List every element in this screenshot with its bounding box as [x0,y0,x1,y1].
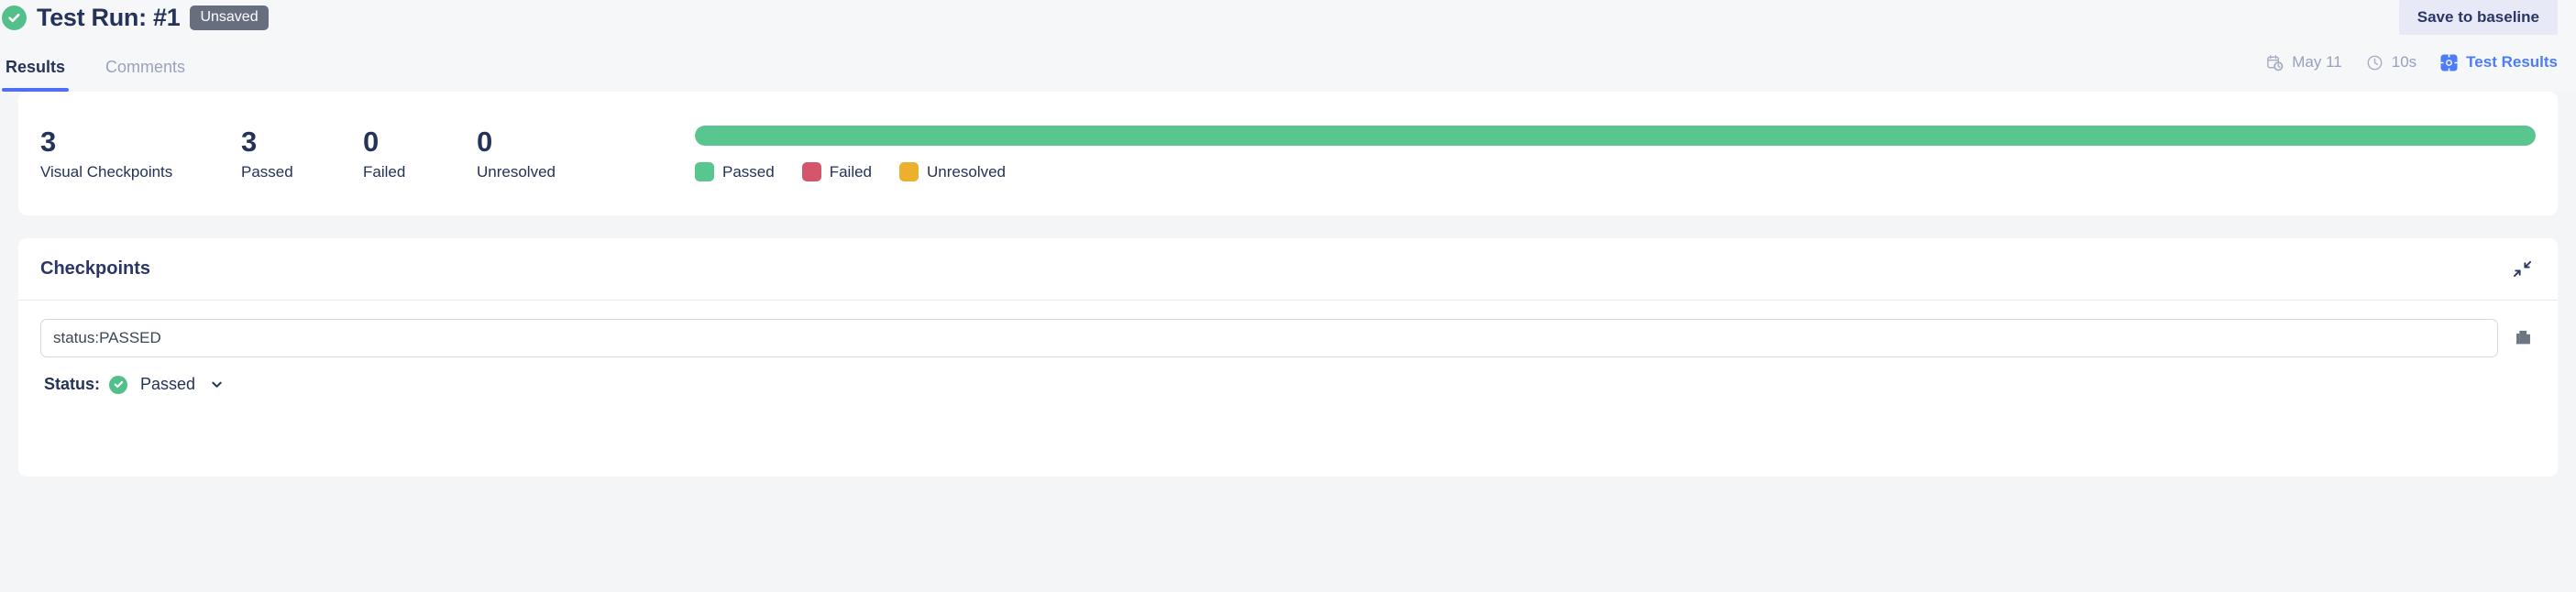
stat-label: Passed [241,163,293,181]
tab-list: Results Comments [0,35,189,92]
progress-bar [695,126,2536,146]
checkpoints-body: Status: Passed [18,301,2558,394]
stat-value: 3 [241,126,258,158]
chevron-down-icon[interactable] [210,378,224,391]
stat-value: 0 [477,126,493,158]
stat-passed: 3 Passed [241,127,363,180]
title-group: Test Run: #1 Unsaved [0,4,269,32]
legend-item-failed: Failed [801,162,873,181]
legend-item-passed: Passed [695,162,775,181]
meta-test-results-link[interactable]: Test Results [2440,53,2558,71]
results-distribution-chart: Passed Failed Unresolved [689,126,2536,181]
meta-date: May 11 [2266,53,2342,71]
tab-bar: Results Comments May 11 10s Test Results [0,35,2576,92]
legend-item-unresolved: Unresolved [899,162,1006,181]
meta-test-results-label: Test Results [2466,53,2558,71]
progress-segment-passed [695,126,2536,146]
check-circle-icon [109,375,128,394]
meta-duration-label: 10s [2391,53,2417,71]
tab-comments[interactable]: Comments [102,58,189,92]
calendar-clock-icon [2266,54,2284,71]
tab-results[interactable]: Results [2,58,70,92]
stat-value: 3 [40,126,57,158]
summary-card: 3 Visual Checkpoints 3 Passed 0 Failed 0… [18,92,2558,215]
meta-group: May 11 10s Test Results [2266,53,2558,73]
app-header: Test Run: #1 Unsaved Save to baseline [0,0,2576,38]
legend-label: Passed [722,162,775,181]
meta-duration: 10s [2366,53,2416,71]
stat-label: Failed [363,163,406,181]
meta-date-label: May 11 [2292,53,2342,71]
collapse-arrows-icon[interactable] [2509,256,2536,282]
stat-unresolved: 0 Unresolved [477,127,689,180]
copy-icon[interactable] [2511,326,2536,351]
checkpoints-card: Checkpoints Status: [18,238,2558,477]
checkpoints-title: Checkpoints [40,258,151,279]
legend-swatch [801,162,821,181]
status-label: Status: [44,375,101,393]
checkpoint-status-row: Status: Passed [40,357,2536,394]
save-to-baseline-button[interactable]: Save to baseline [2398,0,2558,38]
stat-failed: 0 Failed [363,127,477,180]
stat-visual-checkpoints: 3 Visual Checkpoints [40,127,241,180]
checkpoints-filter-input[interactable] [40,319,2498,357]
legend-label: Failed [829,162,873,181]
check-circle-icon [2,5,27,30]
chart-legend: Passed Failed Unresolved [695,162,2536,181]
legend-swatch [899,162,919,181]
legend-label: Unresolved [927,162,1007,181]
stat-value: 0 [363,126,380,158]
status-value: Passed [140,375,196,393]
filter-row [40,319,2536,357]
checkpoints-header: Checkpoints [18,238,2558,301]
test-results-app-icon [2440,53,2458,71]
status-badge: Unsaved [190,5,269,30]
clock-icon [2366,54,2383,71]
stat-label: Visual Checkpoints [40,163,173,181]
legend-swatch [695,162,714,181]
page-title: Test Run: #1 [37,3,181,31]
stat-label: Unresolved [477,163,556,181]
